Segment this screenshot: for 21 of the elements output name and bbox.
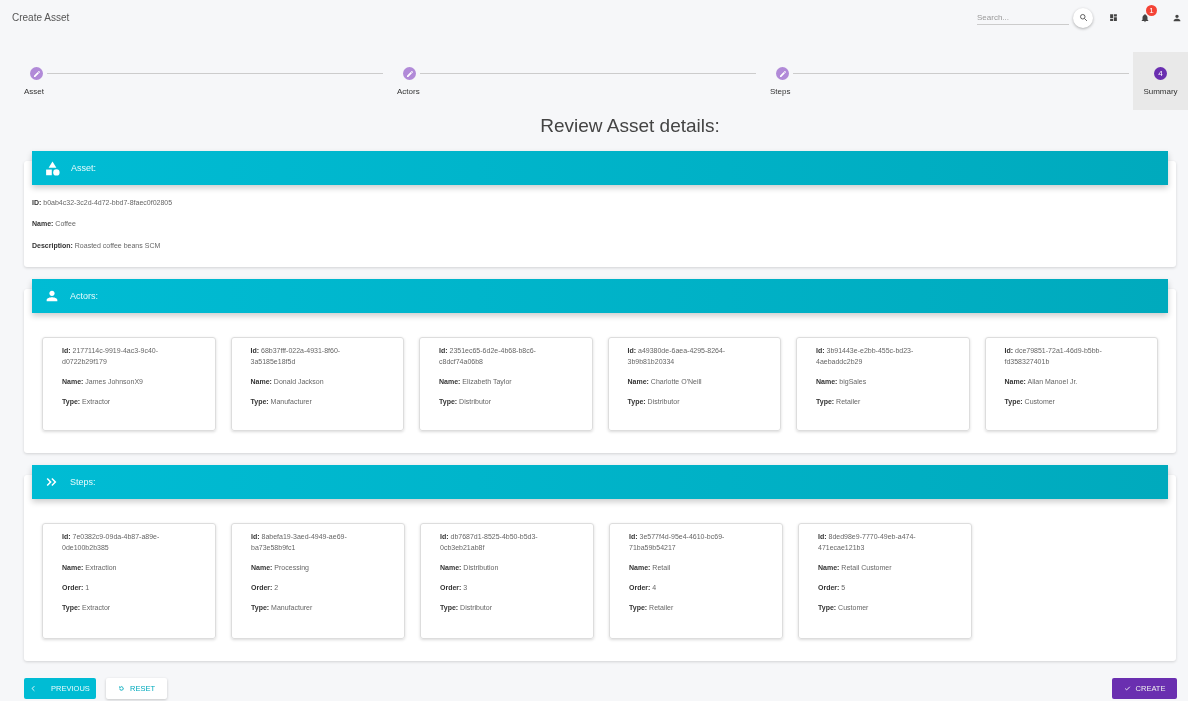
bell-icon[interactable] xyxy=(1140,12,1150,23)
chevron-left-icon xyxy=(30,685,38,692)
step-circle: 4 xyxy=(1154,67,1167,80)
review-heading: Review Asset details: xyxy=(539,115,721,137)
stepper-step[interactable]: 4 Summary xyxy=(1133,52,1188,110)
user-icon[interactable] xyxy=(1172,12,1182,23)
shapes-icon xyxy=(44,159,61,177)
search-button[interactable] xyxy=(1073,7,1093,28)
stepper-step[interactable]: Actors xyxy=(387,52,760,110)
stepper-step[interactable]: Steps xyxy=(760,52,1133,110)
check-icon xyxy=(1123,685,1131,692)
page-title: Create Asset xyxy=(12,12,71,23)
section-header: Actors: xyxy=(32,279,1168,314)
search-icon xyxy=(1078,13,1088,22)
dashboard-icon[interactable] xyxy=(1109,13,1118,22)
search-field[interactable]: Search... xyxy=(977,10,1069,25)
stepper-step[interactable]: Asset xyxy=(6,52,387,110)
section-header: Steps: xyxy=(32,465,1168,500)
refresh-icon xyxy=(118,685,125,692)
section-header: Asset: xyxy=(32,151,1168,185)
notification-badge: 1 xyxy=(1146,4,1157,16)
